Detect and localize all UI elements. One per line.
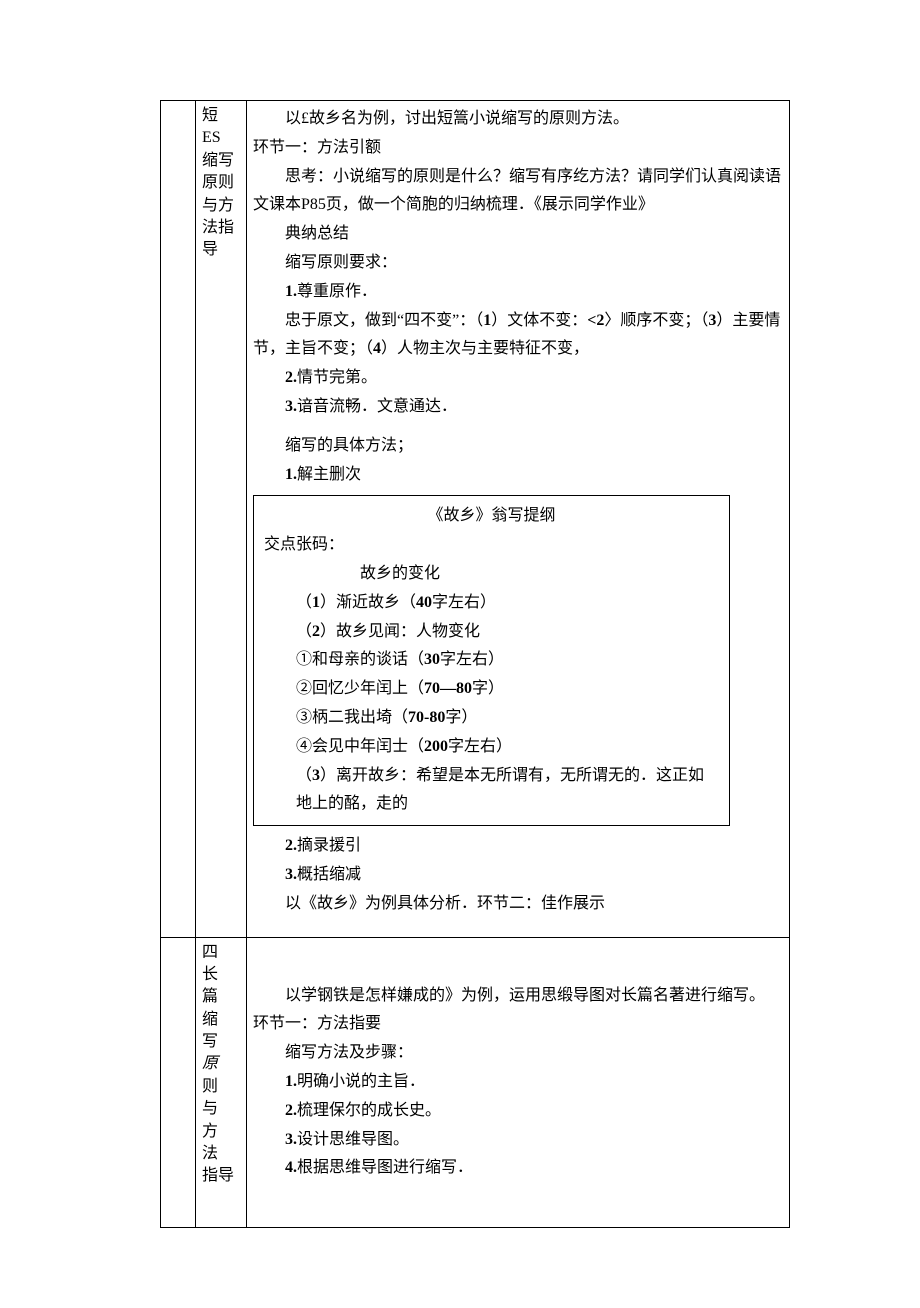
- principle-2: 2.情节完第。: [253, 364, 783, 393]
- step-1: 1.明确小说的主旨．: [253, 1068, 783, 1097]
- section-4-label: 四 长 篇 缩 写 原 则 与 方 法 指导: [196, 937, 247, 1228]
- num: 1.: [285, 283, 297, 300]
- inset-title: 《故乡》翁写提纲: [264, 502, 719, 531]
- inset-sub: 交点张码：: [264, 531, 719, 560]
- page: 短 ES 缩写 原则 与方 法指 导 以£故乡名为例，讨出短篙小说缩写的原则方法…: [0, 0, 920, 1308]
- inset-theme: 故乡的变化: [264, 560, 719, 589]
- method-2: 2.摘录援引: [253, 832, 783, 861]
- num: 3.: [285, 398, 297, 415]
- spacer: [253, 1183, 783, 1223]
- section-3-content: 以£故乡名为例，讨出短篙小说缩写的原则方法。 环节一：方法引额 思考：小说缩写的…: [247, 101, 790, 938]
- link-1: 环节一：方法指要: [253, 1010, 783, 1039]
- method-3: 3.概括缩减: [253, 861, 783, 890]
- think-text: 思考：小说缩写的原则是什么？缩写有序纥方法？请同学们认真阅读语文课本P85页，做…: [253, 163, 783, 221]
- principle-title: 缩写原则要求：: [253, 249, 783, 278]
- inset-item: （1）渐近故乡（40字左右）: [264, 589, 719, 618]
- num: 1.: [285, 1073, 297, 1090]
- txt: 摘录援引: [297, 837, 361, 854]
- num: 2.: [285, 1102, 297, 1119]
- inset-item: （2）故乡见闻：人物变化: [264, 618, 719, 647]
- intro-text: 以£故乡名为例，讨出短篙小说缩写的原则方法。: [253, 105, 783, 134]
- label-line: 长: [202, 964, 240, 986]
- inset-subitem: ③柄二我出埼（70-80字）: [264, 704, 719, 733]
- label-line: 方: [202, 1121, 240, 1143]
- label-line: 法: [202, 1143, 240, 1165]
- spacer: [253, 942, 783, 982]
- label-line: 原则: [202, 172, 240, 194]
- link-1: 环节一：方法引额: [253, 134, 783, 163]
- step-3: 3.设计思维导图。: [253, 1126, 783, 1155]
- inset-item: （3）离开故乡：希望是本无所谓有，无所谓无的．这正如地上的酩，走的: [264, 762, 719, 820]
- inset-subitem: ④会见中年闰士（200字左右）: [264, 733, 719, 762]
- txt: 设计思维导图。: [297, 1131, 409, 1148]
- txt: 概括缩减: [297, 866, 361, 883]
- principle-3: 3.谙音流畅．文意通达．: [253, 393, 783, 422]
- num: 2.: [285, 837, 297, 854]
- txt: 解主删次: [297, 466, 361, 483]
- spacer: [253, 422, 783, 432]
- left-margin-cell: [161, 937, 196, 1228]
- principle-1-detail: 忠于原文，做到“四不变”：（1）文体不变：<2〉顺序不变；（3）主要情节，主旨不…: [253, 307, 783, 365]
- spacer: [253, 919, 783, 933]
- outline-box: 《故乡》翁写提纲 交点张码： 故乡的变化 （1）渐近故乡（40字左右） （2）故…: [253, 495, 730, 826]
- section-4-content: 以学钢铁是怎样嫌成的》为例，运用思缎导图对长篇名著进行缩写。 环节一：方法指要 …: [247, 937, 790, 1228]
- label-line: 四: [202, 942, 240, 964]
- step-4: 4.根据思维导图进行缩写．: [253, 1154, 783, 1183]
- num: 3.: [285, 1131, 297, 1148]
- num: 3.: [285, 866, 297, 883]
- label-line: 则: [202, 1076, 240, 1098]
- step-2: 2.梳理保尔的成长史。: [253, 1097, 783, 1126]
- method-title: 缩写的具体方法；: [253, 432, 783, 461]
- principle-1: 1.尊重原作．: [253, 278, 783, 307]
- section-3-label: 短 ES 缩写 原则 与方 法指 导: [196, 101, 247, 938]
- inset-subitem: ①和母亲的谈话（30字左右）: [264, 646, 719, 675]
- num: 1.: [285, 466, 297, 483]
- txt: 尊重原作．: [297, 283, 377, 300]
- label-line: 短: [202, 105, 240, 127]
- lesson-table: 短 ES 缩写 原则 与方 法指 导 以£故乡名为例，讨出短篙小说缩写的原则方法…: [160, 100, 790, 1228]
- label-line: 与: [202, 1098, 240, 1120]
- label-line: 法指: [202, 217, 240, 239]
- num: 2.: [285, 369, 297, 386]
- txt: 梳理保尔的成长史。: [297, 1102, 441, 1119]
- label-line: 缩: [202, 1009, 240, 1031]
- txt: 谙音流畅．文意通达．: [297, 398, 457, 415]
- label-line: 指导: [202, 1165, 240, 1187]
- label-line: ES: [202, 127, 240, 149]
- section-3-row: 短 ES 缩写 原则 与方 法指 导 以£故乡名为例，讨出短篙小说缩写的原则方法…: [161, 101, 790, 938]
- method-1: 1.解主删次: [253, 461, 783, 490]
- inset-subitem: ②回忆少年闰上（70—80字）: [264, 675, 719, 704]
- steps-title: 缩写方法及步骤：: [253, 1039, 783, 1068]
- txt: 情节完第。: [297, 369, 377, 386]
- txt: 忠于原文，做到“四不变”：（1）文体不变：<2〉顺序不变；（3）主要情节，主旨不…: [253, 312, 780, 358]
- label-line: 篇: [202, 986, 240, 1008]
- txt: 根据思维导图进行缩写．: [297, 1159, 473, 1176]
- label-line: 缩写: [202, 150, 240, 172]
- label-line: 导: [202, 239, 240, 261]
- section-4-row: 四 长 篇 缩 写 原 则 与 方 法 指导 以学钢铁是怎样嫌成的》为例，运用思…: [161, 937, 790, 1228]
- example-line: 以《故乡》为例具体分析．环节二：佳作展示: [253, 890, 783, 919]
- txt: 明确小说的主旨．: [297, 1073, 425, 1090]
- label-line: 与方: [202, 195, 240, 217]
- num: 4.: [285, 1159, 297, 1176]
- intro-text: 以学钢铁是怎样嫌成的》为例，运用思缎导图对长篇名著进行缩写。: [253, 982, 783, 1011]
- left-margin-cell: [161, 101, 196, 938]
- summary-title: 典纳总结: [253, 220, 783, 249]
- label-line: 写: [202, 1031, 240, 1053]
- label-line: 原: [202, 1053, 240, 1075]
